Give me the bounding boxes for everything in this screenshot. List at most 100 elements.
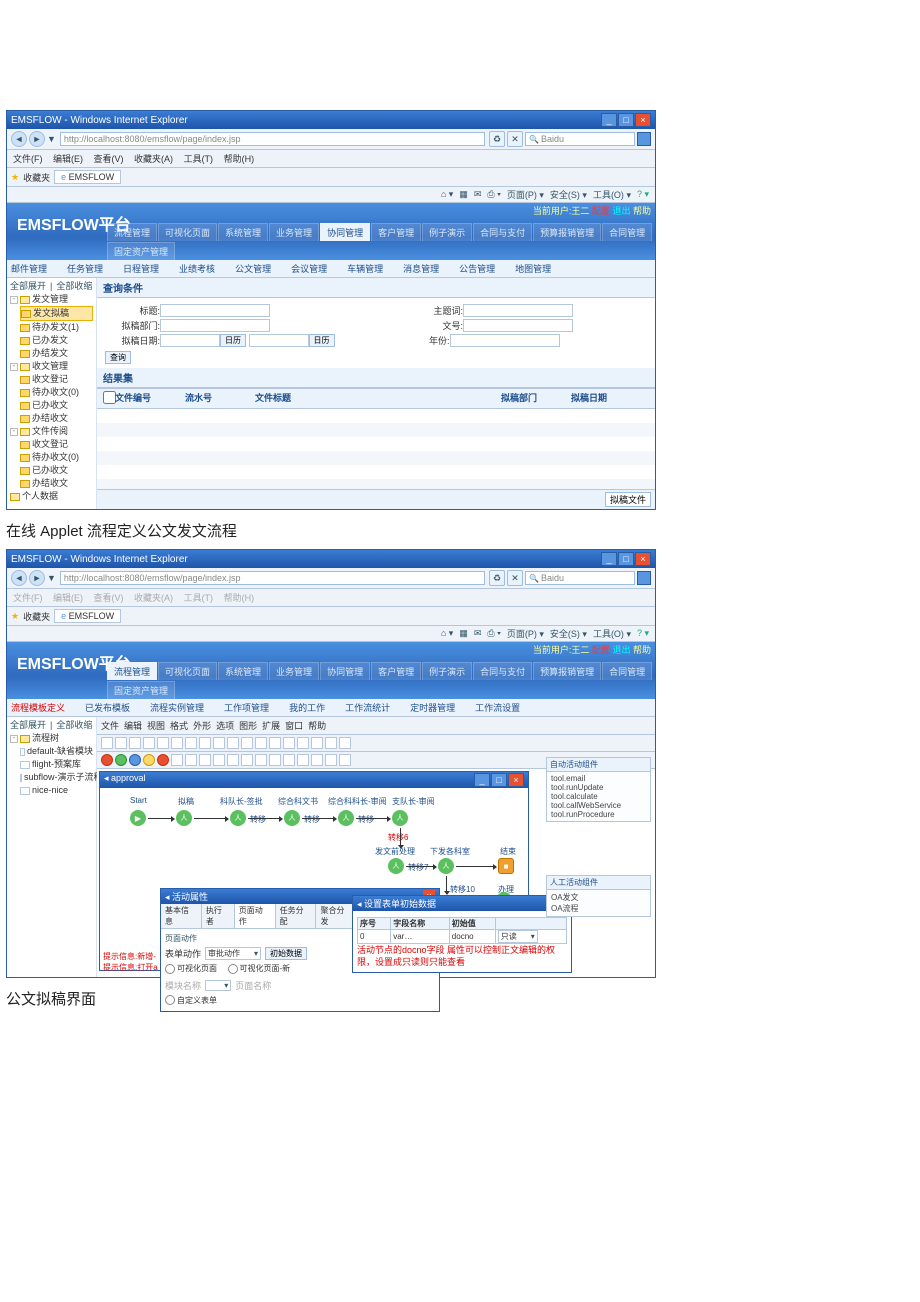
safety-menu[interactable]: 安全(S) ▾ (550, 627, 587, 640)
node-activity[interactable]: 人 (230, 810, 246, 826)
link-config[interactable]: 配置 (592, 206, 610, 216)
tb-icon[interactable] (115, 754, 127, 766)
input-dept[interactable] (160, 319, 270, 332)
tree-item[interactable]: 待办发文(1) (32, 321, 79, 334)
dlg1-tab[interactable]: 任务分配 (276, 904, 317, 928)
home-icon[interactable]: ⌂ ▾ (441, 628, 453, 639)
toptab-coop[interactable]: 协同管理 (320, 223, 370, 241)
toptab-flow[interactable]: 流程管理 (107, 223, 157, 241)
subtab-1[interactable]: 任务管理 (67, 262, 103, 275)
subtab-6[interactable]: 定时器管理 (410, 701, 455, 714)
node-activity[interactable]: 人 (438, 858, 454, 874)
browser-tab[interactable]: e EMSFLOW (54, 609, 121, 623)
tb-icon[interactable] (283, 754, 295, 766)
subtab-5[interactable]: 工作流统计 (345, 701, 390, 714)
tree-item[interactable]: 办结发文 (32, 347, 68, 360)
toptab-contract[interactable]: 合同与支付 (473, 662, 532, 680)
inner-close[interactable]: × (508, 773, 524, 787)
fold-icon[interactable]: - (10, 296, 18, 304)
toptab-vis[interactable]: 可视化页面 (158, 662, 217, 680)
menu-fav[interactable]: 收藏夹(A) (134, 154, 173, 164)
tb-icon[interactable] (255, 737, 267, 749)
amenu-window[interactable]: 窗口 (285, 719, 303, 732)
tb-icon[interactable] (339, 754, 351, 766)
toptab-flow[interactable]: 流程管理 (107, 662, 157, 680)
node-end[interactable]: ■ (498, 858, 514, 874)
toptab-coop[interactable]: 协同管理 (320, 662, 370, 680)
maximize-button[interactable]: □ (618, 113, 634, 127)
refresh-icon[interactable]: ♻ (489, 570, 505, 586)
dropdown-icon[interactable]: ▼ (47, 573, 56, 583)
menu-view[interactable]: 查看(V) (94, 593, 124, 603)
input-year[interactable] (450, 334, 560, 347)
back-icon[interactable]: ◄ (11, 131, 27, 147)
tree-item[interactable]: 收文登记 (32, 438, 68, 451)
dlg1-tab[interactable]: 执行者 (202, 904, 235, 928)
toptab-sys[interactable]: 系统管理 (218, 223, 268, 241)
tools-menu[interactable]: 工具(O) ▾ (593, 188, 631, 201)
amenu-format[interactable]: 格式 (170, 719, 188, 732)
mail-icon[interactable]: ✉ (474, 189, 482, 200)
fold-icon[interactable]: - (10, 428, 18, 436)
subtab-5[interactable]: 会议管理 (291, 262, 327, 275)
dropdown-icon[interactable]: ▼ (47, 134, 56, 144)
calendar-button[interactable]: 日历 (220, 334, 246, 347)
mail-icon[interactable]: ✉ (474, 628, 482, 639)
print-icon[interactable]: ⎙ ▾ (487, 628, 500, 639)
page-menu[interactable]: 页面(P) ▾ (507, 188, 544, 201)
toptab-contract[interactable]: 合同与支付 (473, 223, 532, 241)
amenu-file[interactable]: 文件 (101, 719, 119, 732)
tree-item[interactable]: subflow-演示子流程 (24, 771, 103, 784)
feed-icon[interactable]: ▦ (459, 628, 468, 639)
menu-edit[interactable]: 编辑(E) (53, 593, 83, 603)
tb-icon[interactable] (213, 737, 225, 749)
tree-item[interactable]: 发文拟稿 (33, 307, 69, 320)
expand-all[interactable]: 全部展开 (10, 719, 46, 732)
expand-all[interactable]: 全部展开 (10, 280, 46, 293)
subtab-9[interactable]: 地图管理 (515, 262, 551, 275)
input-date-from[interactable] (160, 334, 220, 347)
favorites-icon[interactable]: ★ (11, 611, 19, 622)
amenu-shape[interactable]: 外形 (193, 719, 211, 732)
toptab-demo[interactable]: 例子演示 (422, 662, 472, 680)
toptab-contract2[interactable]: 合同管理 (602, 223, 652, 241)
tb-icon[interactable] (241, 737, 253, 749)
search-input[interactable]: Baidu (525, 571, 635, 585)
tree-item[interactable]: flight-预案库 (32, 758, 81, 771)
query-button[interactable]: 查询 (105, 351, 131, 364)
maximize-button[interactable]: □ (618, 552, 634, 566)
help-icon[interactable]: ? ▾ (637, 189, 649, 200)
toptab-vis[interactable]: 可视化页面 (158, 223, 217, 241)
close-button[interactable]: × (635, 552, 651, 566)
menu-file[interactable]: 文件(F) (13, 593, 43, 603)
tree-node-fawen[interactable]: 发文管理 (32, 293, 68, 306)
tb-icon[interactable] (297, 754, 309, 766)
amenu-view[interactable]: 视图 (147, 719, 165, 732)
tb-icon[interactable] (143, 754, 155, 766)
tb-icon[interactable] (185, 737, 197, 749)
amenu-option[interactable]: 选项 (216, 719, 234, 732)
stop-icon[interactable]: ✕ (507, 570, 523, 586)
toptab-biz[interactable]: 业务管理 (269, 223, 319, 241)
node-start[interactable]: ▶ (130, 810, 146, 826)
inner-max[interactable]: □ (491, 773, 507, 787)
link-config[interactable]: 配置 (592, 645, 610, 655)
radio-vis-page[interactable]: 可视化页面 (165, 963, 217, 974)
tb-icon[interactable] (101, 737, 113, 749)
tb-icon[interactable] (269, 754, 281, 766)
tools-menu[interactable]: 工具(O) ▾ (593, 627, 631, 640)
input-docno[interactable] (463, 319, 573, 332)
tb-icon[interactable] (199, 754, 211, 766)
subtab-0[interactable]: 流程模板定义 (11, 701, 65, 714)
tb-icon[interactable] (115, 737, 127, 749)
subtab-4[interactable]: 公文管理 (235, 262, 271, 275)
input-title[interactable] (160, 304, 270, 317)
collapse-all[interactable]: 全部收缩 (56, 280, 92, 293)
menu-fav[interactable]: 收藏夹(A) (134, 593, 173, 603)
subtab-3[interactable]: 业绩考核 (179, 262, 215, 275)
tb-icon[interactable] (297, 737, 309, 749)
tree-item[interactable]: 收文登记 (32, 373, 68, 386)
tool-item[interactable]: tool.callWebService (551, 801, 646, 810)
subtab-1[interactable]: 已发布模板 (85, 701, 130, 714)
tool-item[interactable]: tool.email (551, 774, 646, 783)
